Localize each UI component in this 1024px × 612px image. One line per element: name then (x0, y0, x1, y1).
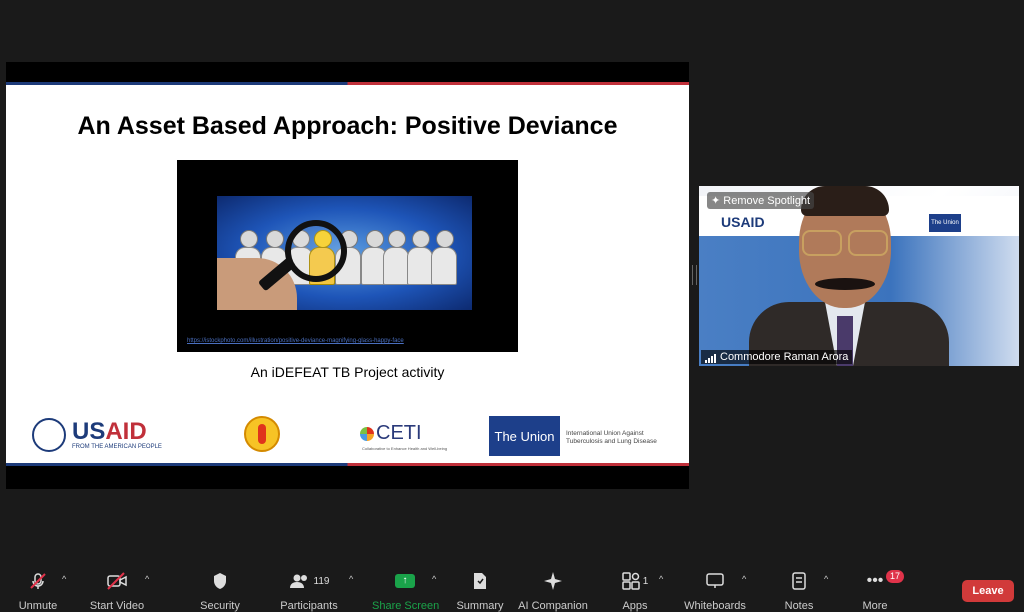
slide-image: https://istockphoto.com/illustration/pos… (177, 160, 518, 352)
meeting-toolbar: Unmute ^ Start Video ^ Security 119 Part… (0, 560, 1024, 612)
the-union-fullname: International Union Against Tuberculosis… (566, 430, 657, 445)
slide-bottom-bar (6, 463, 689, 466)
summary-label: Summary (456, 600, 504, 612)
document-icon (456, 570, 504, 592)
mouse-cursor-icon (144, 312, 156, 325)
presentation-slide: An Asset Based Approach: Positive Devian… (6, 82, 689, 466)
participants-count: 119 (313, 575, 330, 587)
ai-companion-label: AI Companion (518, 600, 588, 612)
the-union-logo: The Union (489, 416, 560, 456)
share-screen-label: Share Screen (372, 600, 440, 612)
sparkle-icon (518, 570, 588, 592)
slide-top-bar (6, 82, 689, 85)
participants-options-caret[interactable]: ^ (349, 574, 353, 584)
notes-label: Notes (784, 600, 814, 612)
ceti-mark-icon (360, 426, 374, 441)
usaid-seal-logo (32, 418, 66, 452)
security-button[interactable]: Security (200, 570, 240, 612)
ai-companion-button[interactable]: AI Companion (518, 570, 588, 612)
participants-button[interactable]: 119 Participants (280, 570, 338, 612)
whiteboard-icon (684, 570, 746, 592)
sad-figure (431, 230, 457, 290)
apps-options-caret[interactable]: ^ (659, 574, 663, 584)
participant-video[interactable]: USAID The Union ✦ Remove Spotlight Commo… (699, 186, 1019, 366)
ntp-seal-logo (244, 416, 280, 452)
apps-label: Apps (622, 600, 648, 612)
resize-handle[interactable] (692, 265, 697, 285)
participant-name: Commodore Raman Arora (720, 351, 849, 363)
usaid-logo: USAID (72, 418, 147, 446)
speaker-mustache (815, 278, 875, 290)
slide-caption: An iDEFEAT TB Project activity (250, 364, 445, 380)
notes-options-caret[interactable]: ^ (824, 574, 828, 584)
positive-deviance-illustration (217, 196, 472, 310)
notes-icon (782, 570, 816, 592)
people-icon: 119 (280, 570, 338, 592)
apps-icon: 1 (618, 570, 652, 592)
slide-title: An Asset Based Approach: Positive Devian… (77, 112, 618, 140)
sad-figure (383, 230, 409, 290)
apps-button[interactable]: 1 Apps (618, 570, 652, 612)
speaker-hair (801, 186, 889, 216)
sad-figure (407, 230, 433, 290)
microphone-muted-icon (18, 570, 58, 592)
unmute-button[interactable]: Unmute (18, 570, 58, 612)
whiteboards-button[interactable]: Whiteboards (684, 570, 746, 612)
share-arrow-icon: ↑ (395, 574, 415, 588)
whiteboards-options-caret[interactable]: ^ (742, 574, 746, 584)
participant-name-tag: Commodore Raman Arora (701, 350, 853, 364)
image-source-link: https://istockphoto.com/illustration/pos… (187, 338, 404, 344)
more-label: More (862, 600, 888, 612)
ceti-word: CETI (376, 422, 422, 444)
remove-spotlight-label: Remove Spotlight (723, 195, 811, 207)
leave-button[interactable]: Leave (962, 580, 1014, 602)
speaker-glasses (802, 230, 888, 256)
banner-union-logo: The Union (929, 214, 961, 232)
partner-logos: USAID FROM THE AMERICAN PEOPLE CETI Coll… (6, 416, 689, 456)
ceti-tagline: Collaborative to Enhance Health and Well… (362, 446, 448, 451)
share-options-caret[interactable]: ^ (432, 574, 436, 584)
summary-button[interactable]: Summary (456, 570, 504, 612)
camera-off-icon (88, 570, 146, 592)
banner-usaid-logo: USAID (721, 214, 765, 230)
shared-screen: An Asset Based Approach: Positive Devian… (6, 62, 689, 489)
whiteboards-label: Whiteboards (684, 600, 746, 612)
start-video-label: Start Video (89, 600, 145, 612)
shield-icon (200, 570, 240, 592)
usaid-logo-aid: AID (105, 418, 147, 445)
video-options-caret[interactable]: ^ (145, 574, 149, 584)
share-screen-button[interactable]: ↑ Share Screen (372, 570, 440, 612)
more-notification-badge: 17 (886, 570, 905, 583)
security-label: Security (200, 600, 240, 612)
pin-icon: ✦ (711, 195, 721, 207)
notes-button[interactable]: Notes (782, 570, 816, 612)
apps-count: 1 (642, 575, 649, 587)
magnifying-glass-icon (285, 220, 347, 282)
signal-strength-icon (705, 354, 716, 363)
usaid-tagline: FROM THE AMERICAN PEOPLE (72, 444, 162, 450)
usaid-logo-us: US (72, 418, 106, 445)
participants-label: Participants (280, 600, 338, 612)
ceti-logo: CETI (360, 422, 422, 445)
remove-spotlight-button[interactable]: ✦ Remove Spotlight (707, 192, 815, 209)
audio-options-caret[interactable]: ^ (62, 574, 66, 584)
unmute-label: Unmute (18, 600, 58, 612)
start-video-button[interactable]: Start Video (88, 570, 146, 612)
